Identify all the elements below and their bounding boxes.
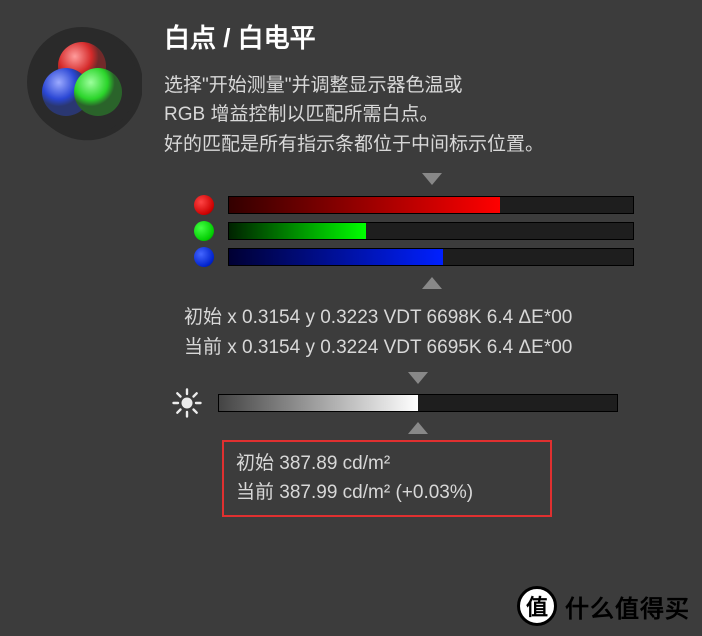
rgb-meter-group (194, 177, 634, 285)
brightness-target-bottom-icon (408, 422, 428, 434)
readout-current: 当前 x 0.3154 y 0.3224 VDT 6695K 6.4 ΔE*00 (184, 333, 680, 362)
red-bar (228, 196, 634, 214)
meter-row-green (194, 221, 634, 241)
luminance-info-box: 初始 387.89 cd/m² 当前 387.99 cd/m² (+0.03%) (222, 440, 552, 517)
watermark: 值 什么值得买 (517, 586, 690, 626)
luminance-initial: 初始 387.89 cd/m² (236, 450, 538, 479)
blue-bar (228, 248, 634, 266)
rgb-circles-icon (22, 22, 142, 142)
brightness-bar (218, 394, 618, 412)
whitepoint-readout: 初始 x 0.3154 y 0.3223 VDT 6698K 6.4 ΔE*00… (184, 303, 680, 362)
green-bar (228, 222, 634, 240)
meter-row-blue (194, 247, 634, 267)
blue-dot-icon (194, 247, 214, 267)
readout-initial: 初始 x 0.3154 y 0.3223 VDT 6698K 6.4 ΔE*00 (184, 303, 680, 332)
target-marker-top-icon (422, 173, 442, 185)
red-dot-icon (194, 195, 214, 215)
watermark-badge-icon: 值 (517, 586, 557, 626)
description: 选择"开始测量"并调整显示器色温或 RGB 增益控制以匹配所需白点。 好的匹配是… (164, 71, 680, 159)
brightness-icon (172, 388, 202, 418)
meter-row-red (194, 195, 634, 215)
brightness-target-top-icon (408, 372, 428, 384)
watermark-text: 什么值得买 (565, 589, 690, 624)
target-marker-bottom-icon (422, 277, 442, 289)
luminance-current: 当前 387.99 cd/m² (+0.03%) (236, 479, 538, 508)
brightness-meter-group (172, 388, 634, 418)
green-dot-icon (194, 221, 214, 241)
page-title: 白点 / 白电平 (164, 18, 680, 55)
